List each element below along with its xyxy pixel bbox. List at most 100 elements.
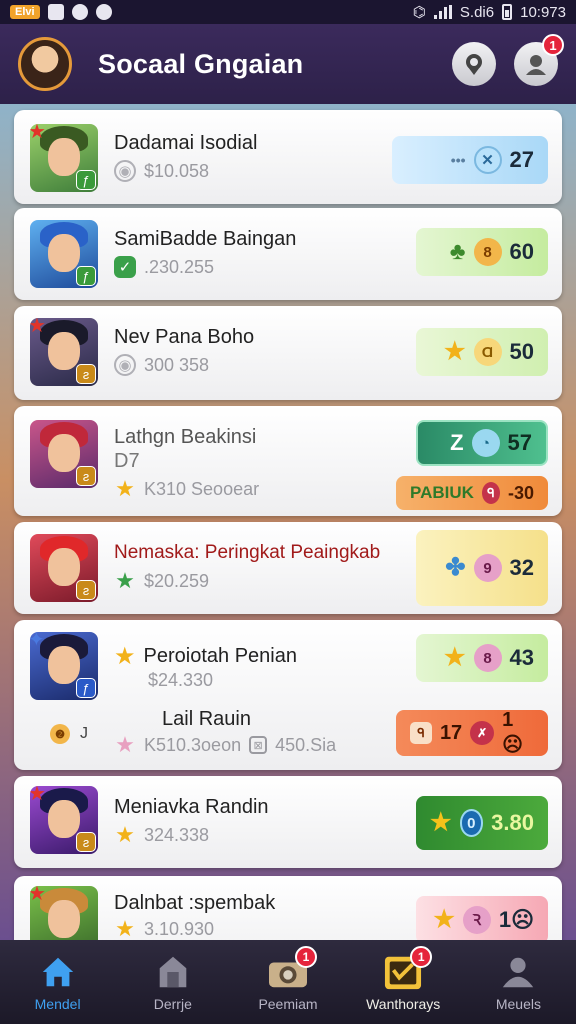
score-pill[interactable]: ✤ 9 32 [416,530,548,606]
player-name: ★ Peroiotah Penian [114,642,297,671]
eye-icon: ◉ [114,160,136,182]
coin-icon: 9 [473,554,502,582]
penalty-pill[interactable]: PABIUK ᑫ -30 [396,476,548,510]
skull-icon: ✗ [470,721,495,745]
wifi-signal-icon [433,5,452,19]
nav-item-rankings[interactable]: 1 Wanthorays [346,940,461,1024]
home-icon [37,952,79,992]
score-pill[interactable]: ♣ 8 60 [416,228,548,276]
chat-bubble-icon: ✓ [114,256,136,278]
coin-icon: ᑫ [481,482,500,504]
extra-player-name: Lail Rauin [162,708,251,731]
score-pill[interactable]: Z ◔ 57 [416,420,548,466]
carrier-label: S.di6 [459,3,495,21]
app-header: Socaal Gngaian 1 [0,24,576,104]
small-coin-label: J [80,725,88,742]
score-value: 3.80 [491,810,534,835]
nav-label: Meuels [495,996,541,1012]
score-value: 32 [509,555,534,580]
gem-icon: ✕ [473,146,502,174]
location-button[interactable] [452,42,496,86]
star-icon: ★ [115,568,135,593]
coin-icon: 8 [473,644,502,672]
nav-badge: 1 [410,946,433,968]
player-portrait: ★ ƨ [30,786,98,854]
player-name: Dadamai Isodial [114,132,258,154]
score-pill[interactable]: ••• ✕ 27 [392,136,548,184]
list-item[interactable]: ★ Dalnbat :spembak ★ 3.10.930 ★ Ꝛ 1☹ [14,876,562,940]
gallery-icon [47,4,64,20]
score-pill[interactable]: ★ Ɑ 50 [416,328,548,376]
player-stat-value: $10.058 [144,160,210,181]
star-icon: ★ [430,809,452,836]
list-item[interactable]: ★ ƨ Nev Pana Boho ◉ 300 358 ★ Ɑ 50 [14,306,562,400]
rank-star-icon: ★ [30,318,46,337]
score-value: 57 [507,430,532,455]
nav-badge: 1 [295,946,317,968]
star-icon: ★ [115,822,135,847]
reward-value-b: 1☹ [502,709,523,756]
list-item[interactable]: ★ ƨ Meniavka Randin ★ 324.338 ★ 0 3.80 [14,776,562,868]
dots-icon: ••• [450,152,466,168]
status-bar-left: Elvi [10,4,112,20]
coin-icon: Ꝛ [462,906,491,934]
star-outline-icon: ★ [115,732,135,757]
clover-icon: ♣ [449,238,466,265]
bottom-nav: Mendel Derrje 1 Peemiam 1 Wanthorays Meu… [0,940,576,1024]
nav-label: Mendel [34,996,81,1012]
score-value: 60 [509,239,534,264]
list-item[interactable]: ƨ Nemaska: Peringkat Peaingkab ★ $20.259… [14,522,562,614]
score-pill[interactable]: ★ 8 43 [416,634,548,682]
eye-icon: ◉ [114,354,136,376]
player-name: Meniavka Randin [114,796,269,818]
score-pill[interactable]: ★ Ꝛ 1☹ [416,896,548,940]
list-item[interactable]: ƒ SamiBadde Baingan ✓ .230.255 ♣ 8 60 [14,208,562,300]
player-stat: ★ 3.10.930 [114,916,214,940]
player-portrait: ★ ƨ [30,318,98,386]
player-stat-value: K310 Seooear [144,478,260,499]
trophy-board-icon: 1 [382,946,433,992]
user-avatar[interactable] [18,37,72,91]
list-item[interactable]: ✦ ƒ ❷ J ★ Peroiotah Penian $24.330 Lail … [14,620,562,770]
nav-item-profile[interactable]: Meuels [461,940,576,1024]
extra-player-stat: ★ K510.3oeon ⊠ 450.Sia [114,732,337,757]
clock: 10:973 [520,3,566,21]
pill-prefix: Z [450,430,464,455]
class-badge-icon: ƒ [76,170,96,190]
list-item[interactable]: ★ ƒ Dadamai Isodial ◉ $10.058 ••• ✕ 27 [14,110,562,204]
reward-pill[interactable]: ᑫ 17 ✗ 1☹ [396,709,548,756]
list-item[interactable]: ƨ Lathgn Beakinsi D7 ★ K310 Seooear Z ◔ … [14,406,562,516]
grid-icon: ⊠ [249,736,268,754]
extra-stat-b: 450.Sia [275,734,337,755]
nav-item-shop[interactable]: Derrje [115,940,230,1024]
nav-item-home[interactable]: Mendel [0,940,115,1024]
gem-icon: 0 [459,809,484,837]
ranking-list[interactable]: ★ ƒ Dadamai Isodial ◉ $10.058 ••• ✕ 27 ƒ… [0,104,576,940]
rank-star-icon: ★ [30,786,46,805]
star-icon: ★ [115,476,135,501]
puzzle-icon: ✤ [445,554,466,581]
app-badge: Elvi [10,5,40,19]
gem-icon: ◔ [471,429,500,457]
vibrate-icon: ⌬ [412,4,426,21]
score-pill[interactable]: ★ 0 3.80 [416,796,548,850]
status-bar-right: ⌬ S.di6 10:973 [412,3,566,22]
small-coin: ❷ J [50,724,88,744]
messenger-icon [71,4,88,20]
player-stat: ★ 324.338 [114,822,209,847]
player-stat: ★ $20.259 [114,568,209,593]
shield-icon [95,4,112,20]
notifications-button[interactable]: 1 [514,34,564,86]
player-portrait: ★ [30,886,98,940]
reward-value-a: 17 [439,721,463,744]
class-badge-icon: ƨ [76,466,96,486]
shop-icon [152,952,194,992]
rank-star-icon: ★ [30,886,46,905]
star-icon: ★ [444,644,466,671]
nav-label: Derrje [153,996,192,1012]
player-stat: ★ K310 Seooear [114,476,260,501]
nav-item-premium[interactable]: 1 Peemiam [230,940,345,1024]
notification-badge: 1 [542,34,564,56]
app-title: Socaal Gngaian [98,48,304,79]
penalty-value: -30 [507,482,534,503]
